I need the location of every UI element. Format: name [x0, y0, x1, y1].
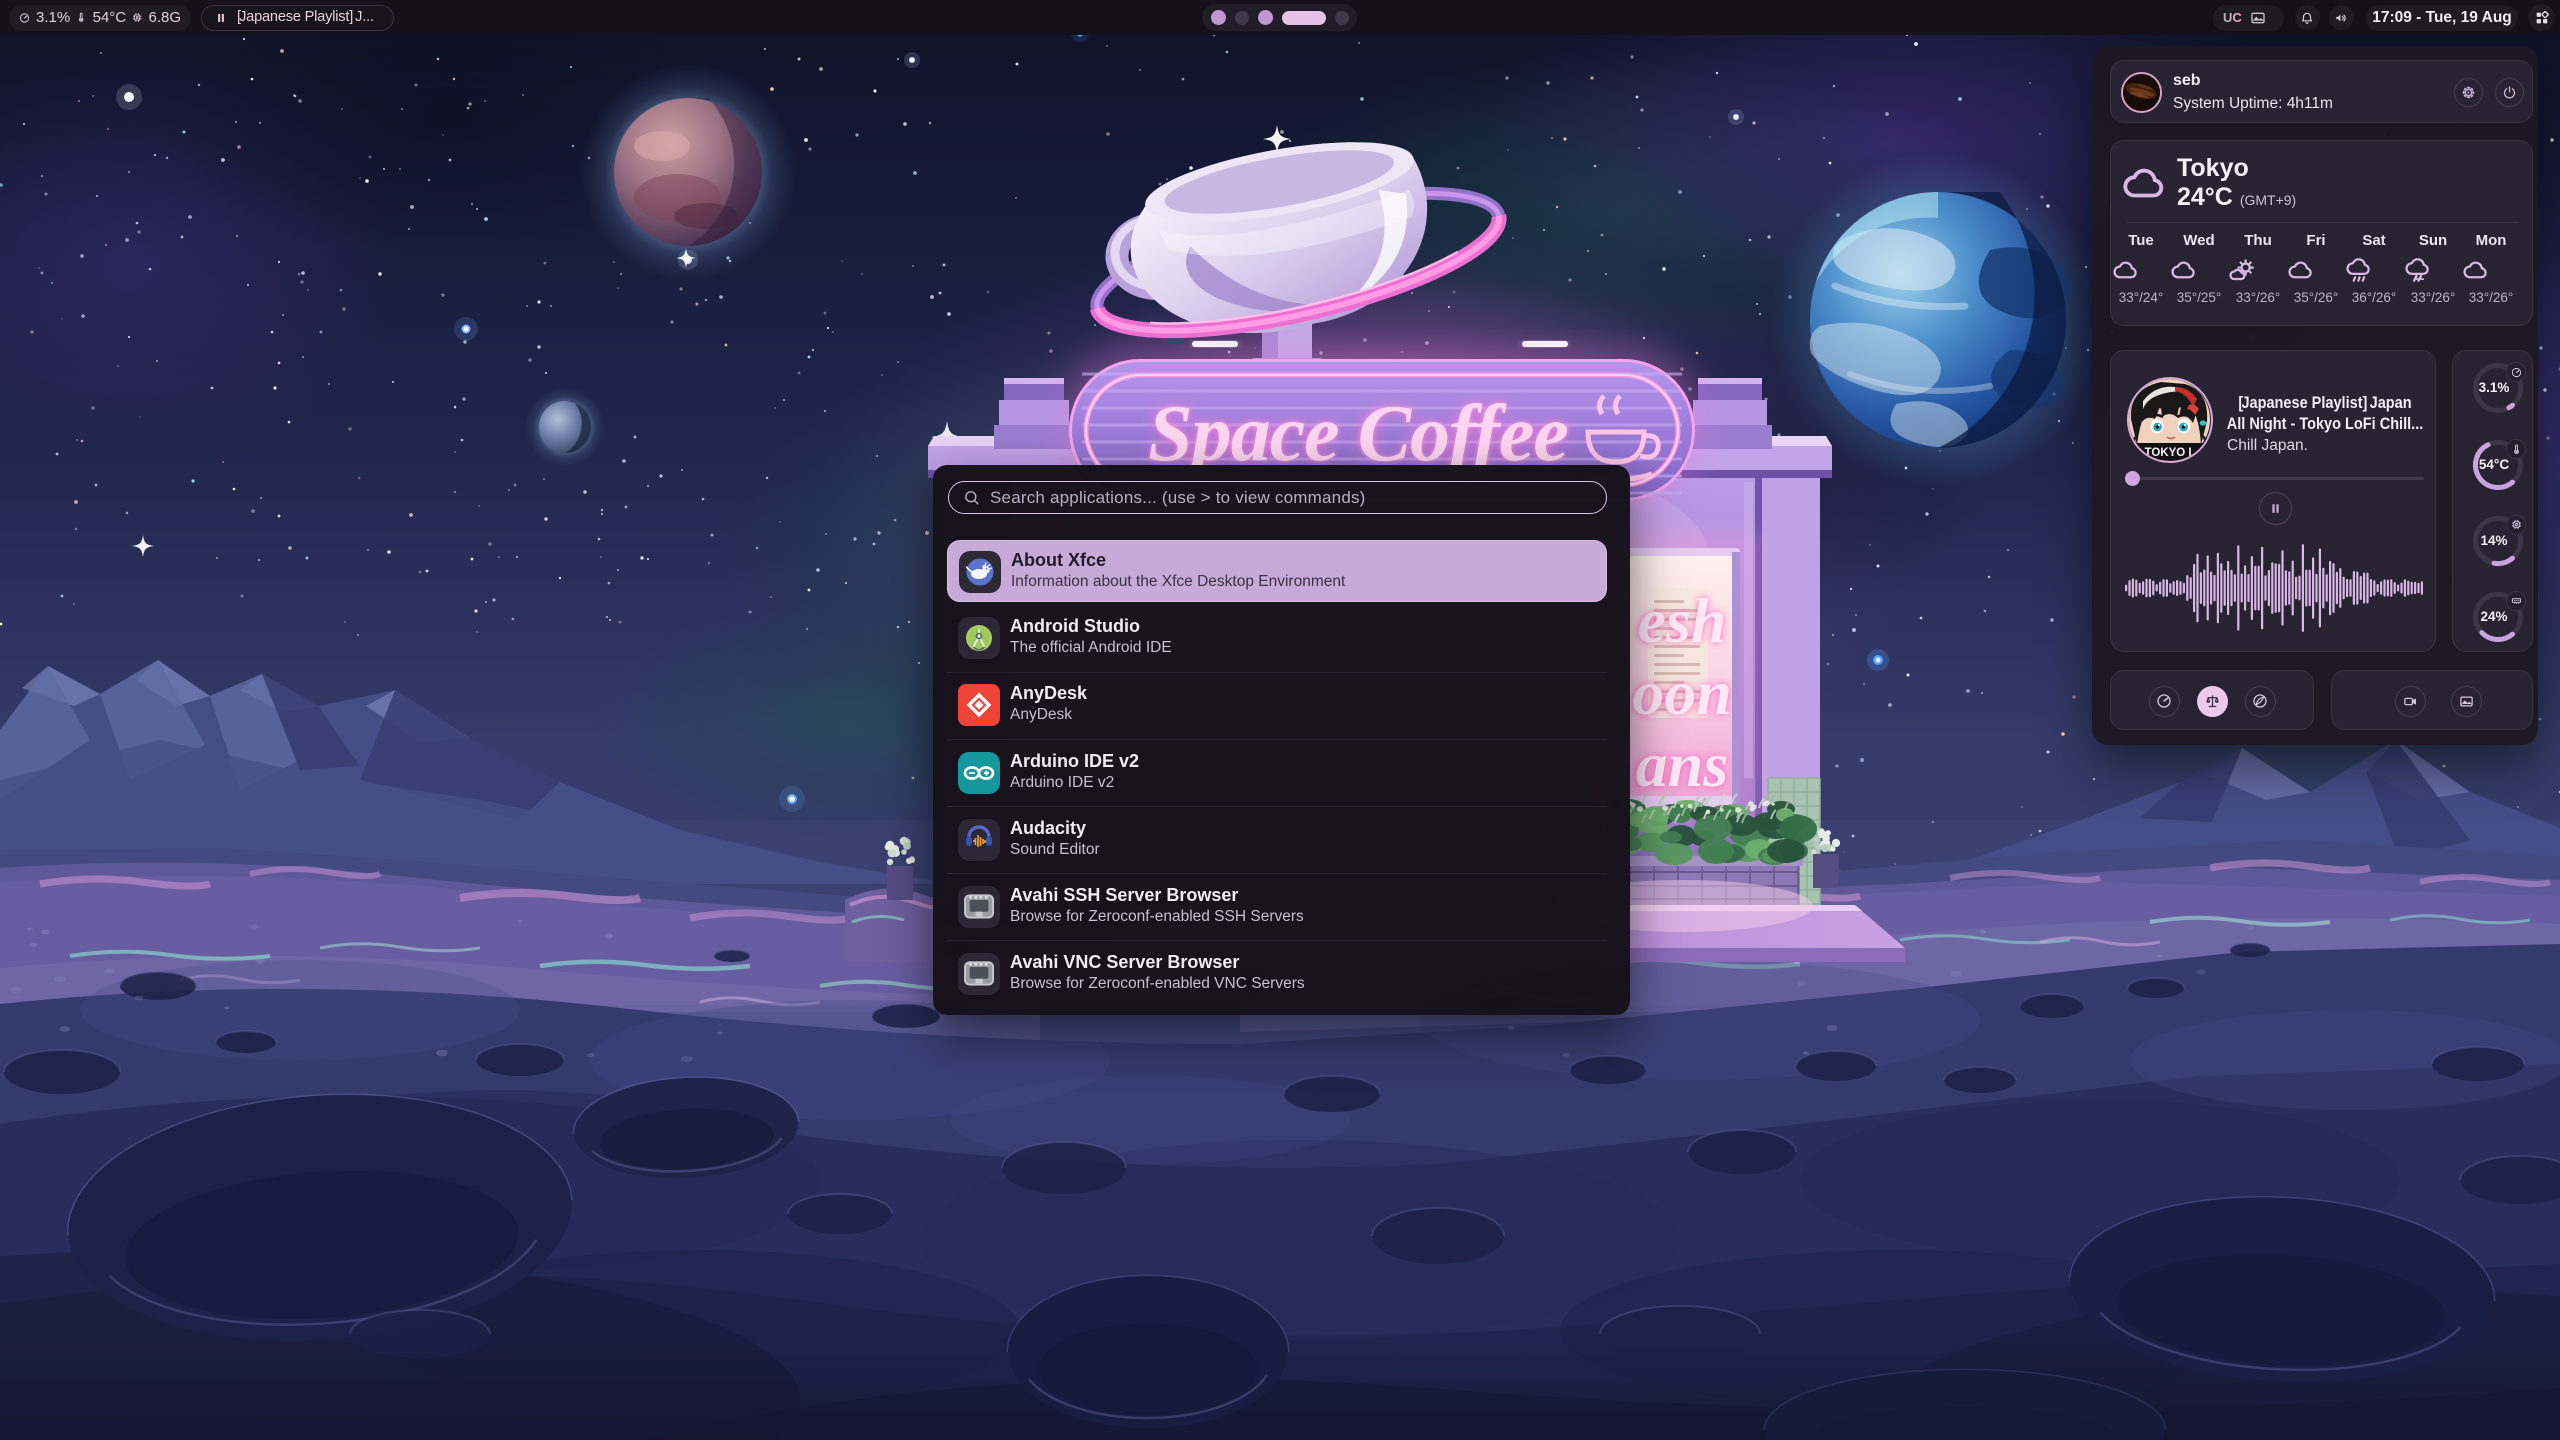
svg-text:TOKYO L: TOKYO L: [2145, 447, 2196, 459]
svg-text:ans: ans: [1636, 729, 1729, 800]
svg-text:esh: esh: [1638, 585, 1727, 656]
svg-text:oon: oon: [1632, 657, 1732, 728]
